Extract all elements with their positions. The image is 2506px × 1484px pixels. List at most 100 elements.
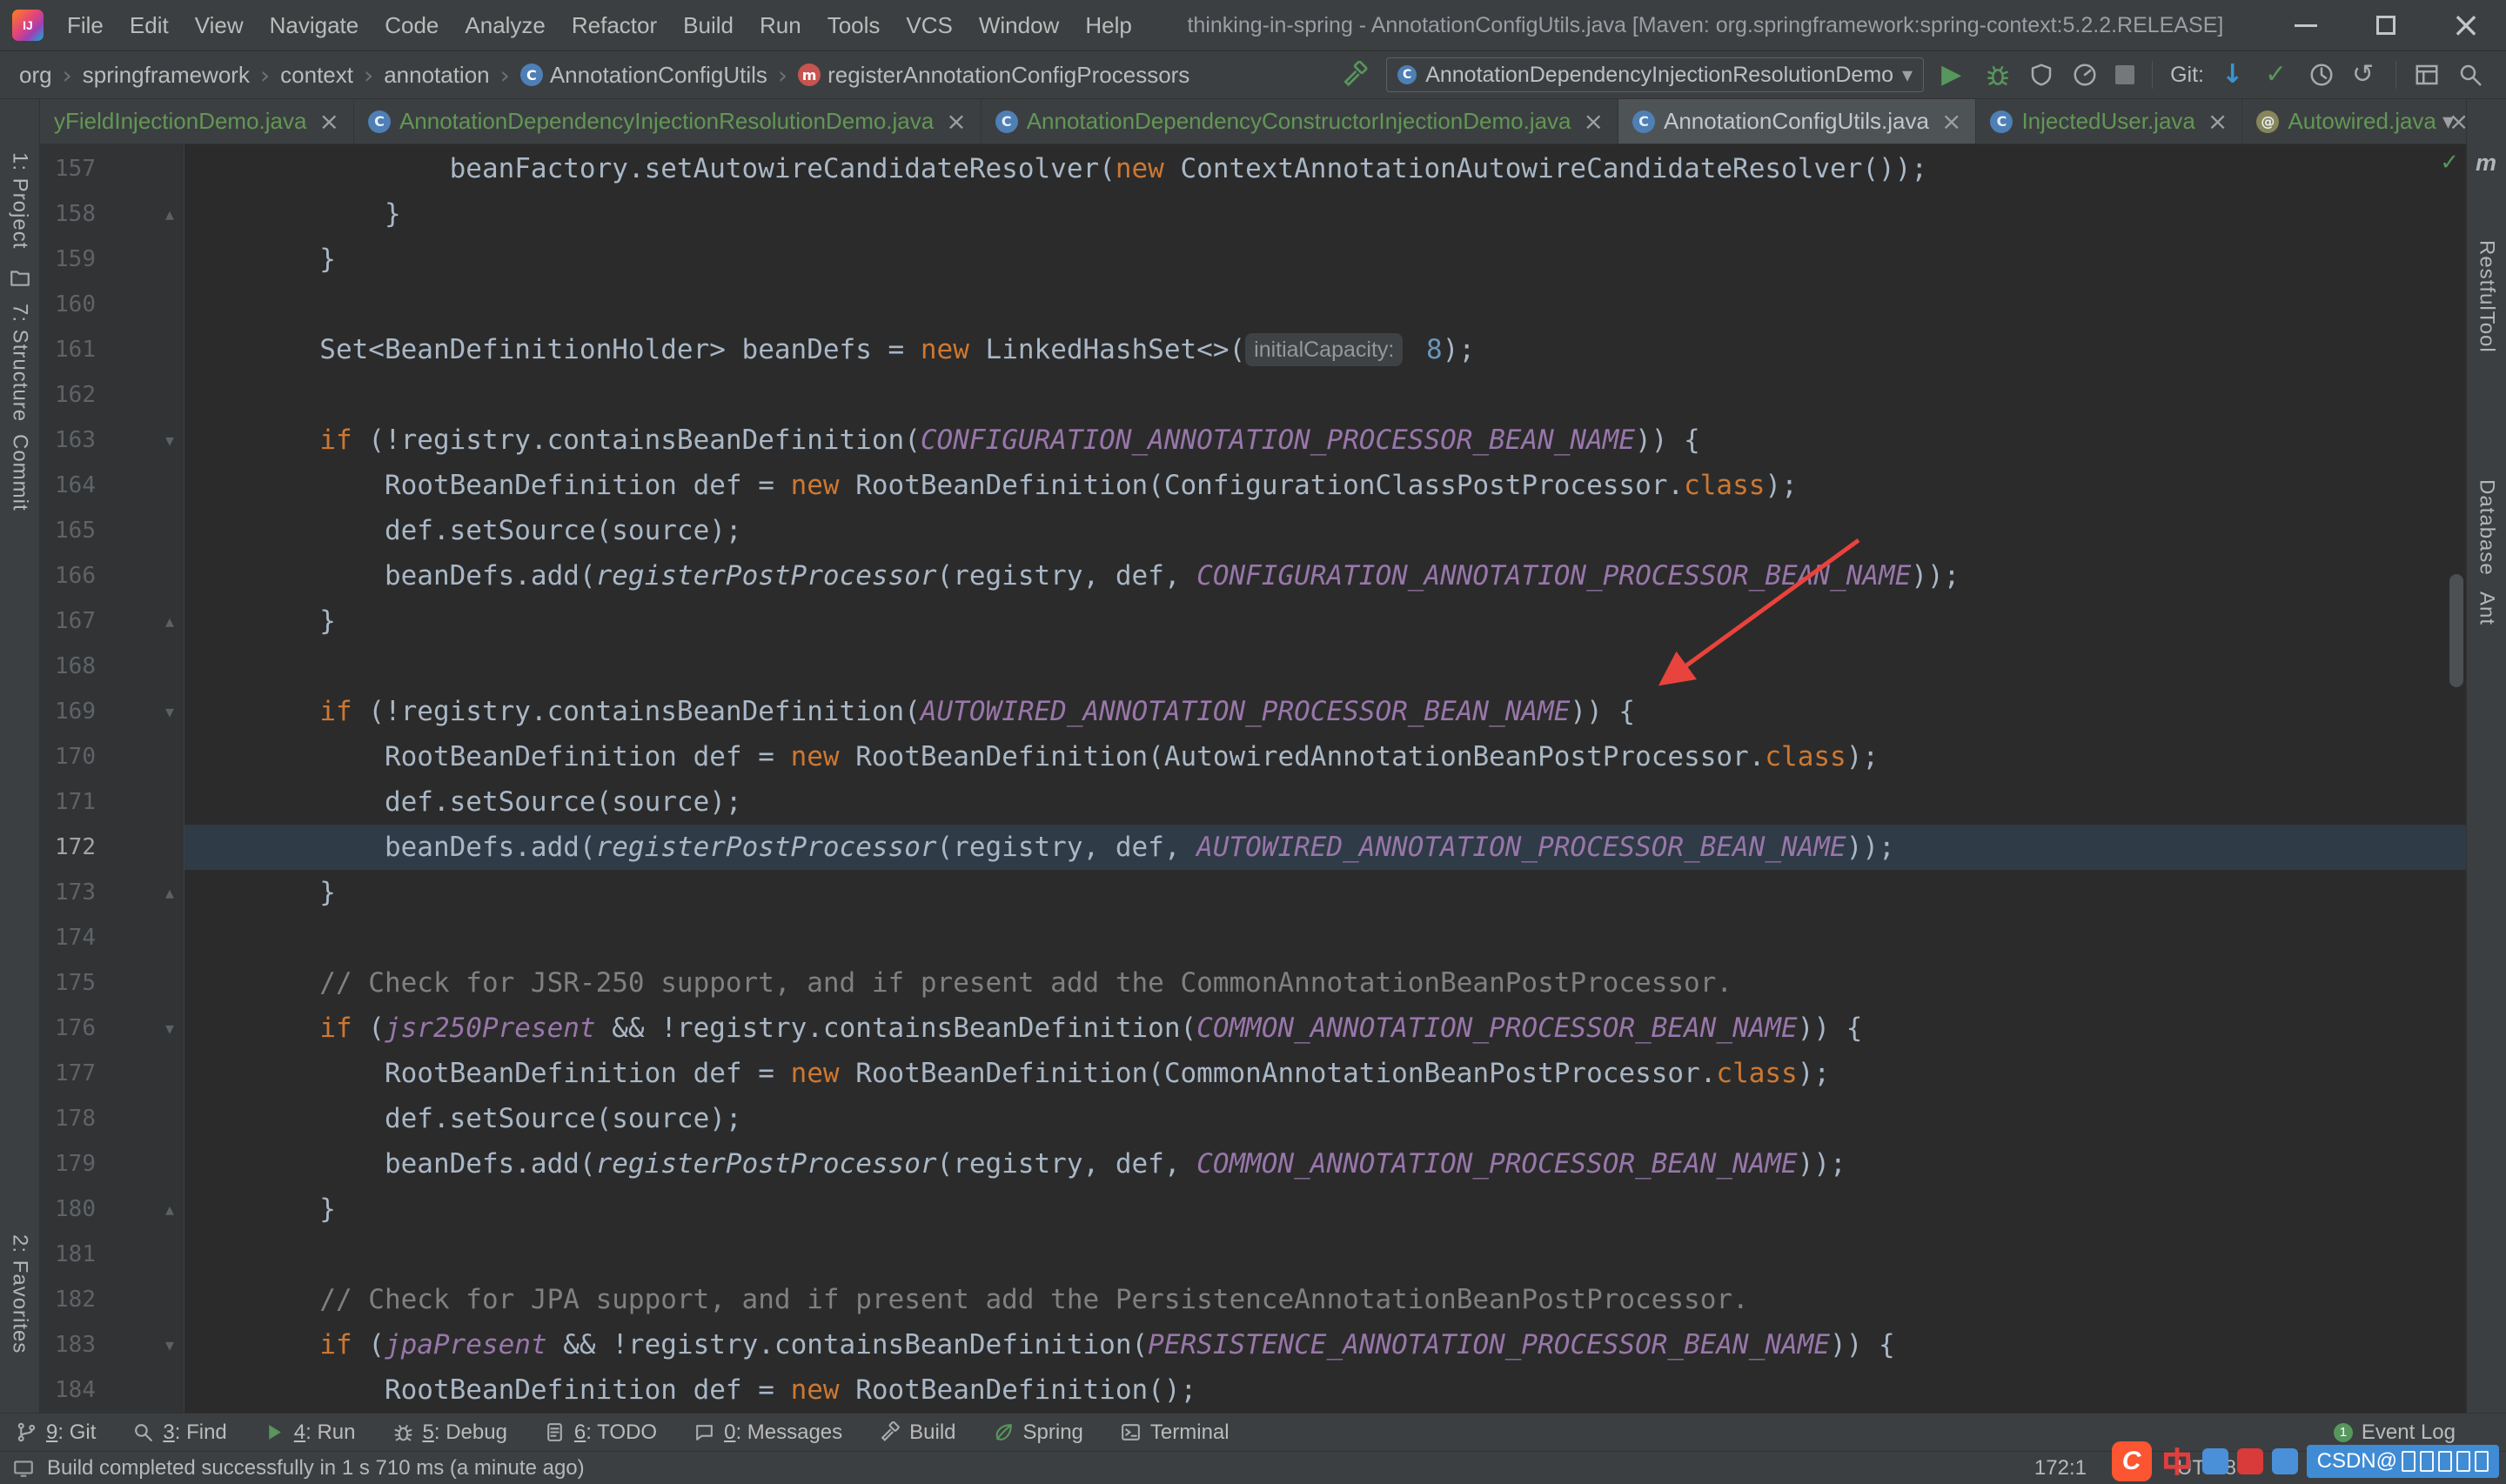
layout-button[interactable] — [2414, 62, 2440, 88]
tool-button-run[interactable]: 4: Run — [264, 1420, 356, 1445]
breadcrumb-item-registerAnnotationConfigProcessors[interactable]: mregisterAnnotationConfigProcessors — [793, 60, 1195, 90]
breadcrumb-item-context[interactable]: context — [275, 60, 358, 90]
line-number[interactable]: 173 — [40, 870, 96, 915]
code-editor[interactable]: 157 beanFactory.setAutowireCandidateReso… — [40, 144, 2466, 1413]
database-tool-button[interactable]: Database — [2475, 479, 2499, 576]
line-number[interactable]: 176 — [40, 1006, 96, 1051]
menu-run[interactable]: Run — [747, 0, 814, 50]
menu-build[interactable]: Build — [670, 0, 747, 50]
favorites-tool-button[interactable]: 2: Favorites — [8, 1234, 32, 1354]
close-tab-icon[interactable]: × — [1941, 107, 1961, 136]
code-text[interactable]: def.setSource(source); — [184, 1096, 2466, 1141]
code-text[interactable]: beanFactory.setAutowireCandidateResolver… — [184, 146, 2466, 191]
editor-scrollbar[interactable] — [2449, 574, 2463, 687]
tool-button-terminal[interactable]: Terminal — [1120, 1420, 1230, 1445]
line-number[interactable]: 161 — [40, 327, 96, 372]
menu-refactor[interactable]: Refactor — [559, 0, 670, 50]
line-number[interactable]: 167 — [40, 598, 96, 644]
fold-marker-icon[interactable]: ▾ — [96, 1322, 184, 1367]
close-tab-icon[interactable]: × — [1584, 107, 1604, 136]
code-text[interactable]: } — [184, 598, 2466, 644]
code-text[interactable]: def.setSource(source); — [184, 508, 2466, 553]
fold-marker-icon[interactable]: ▴ — [96, 598, 184, 644]
menu-vcs[interactable]: VCS — [893, 0, 965, 50]
menu-code[interactable]: Code — [372, 0, 452, 50]
debug-button[interactable] — [1985, 62, 2011, 88]
fold-marker-icon[interactable]: ▾ — [96, 1006, 184, 1051]
commit-tool-button[interactable]: Commit — [8, 434, 32, 511]
close-tab-icon[interactable]: × — [2208, 107, 2228, 136]
fold-marker-icon[interactable]: ▾ — [96, 689, 184, 734]
tool-button-debug[interactable]: 5: Debug — [392, 1420, 507, 1445]
code-text[interactable]: if (jsr250Present && !registry.containsB… — [184, 1006, 2466, 1051]
code-text[interactable]: def.setSource(source); — [184, 779, 2466, 825]
tab-AnnotationDependencyConstructorInjectionDemo.java[interactable]: CAnnotationDependencyConstructorInjectio… — [982, 99, 1618, 144]
code-text[interactable]: } — [184, 191, 2466, 237]
code-text[interactable]: Set<BeanDefinitionHolder> beanDefs = new… — [184, 327, 2466, 372]
restfultool-tool-button[interactable]: RestfulTool — [2475, 240, 2499, 353]
code-text[interactable]: } — [184, 1187, 2466, 1232]
code-text[interactable] — [184, 644, 2466, 689]
project-tool-button[interactable]: 1: Project — [8, 152, 32, 249]
line-number[interactable]: 162 — [40, 372, 96, 418]
tab-AnnotationDependencyInjectionResolutionDemo.java[interactable]: CAnnotationDependencyInjectionResolution… — [354, 99, 982, 144]
search-everywhere-icon[interactable] — [2457, 62, 2483, 88]
maximize-button[interactable] — [2346, 0, 2426, 50]
ant-tool-button[interactable]: Ant — [2475, 592, 2499, 625]
code-text[interactable] — [184, 1232, 2466, 1277]
close-button[interactable]: × — [2426, 0, 2506, 50]
code-text[interactable]: // Check for JPA support, and if present… — [184, 1277, 2466, 1322]
menu-view[interactable]: View — [182, 0, 257, 50]
line-number[interactable]: 182 — [40, 1277, 96, 1322]
code-text[interactable]: if (!registry.containsBeanDefinition(AUT… — [184, 689, 2466, 734]
code-text[interactable]: if (jpaPresent && !registry.containsBean… — [184, 1322, 2466, 1367]
close-tab-icon[interactable]: × — [946, 107, 966, 136]
menu-help[interactable]: Help — [1072, 0, 1144, 50]
fold-marker-icon[interactable]: ▴ — [96, 1187, 184, 1232]
line-number[interactable]: 180 — [40, 1187, 96, 1232]
fold-marker-icon[interactable]: ▴ — [96, 870, 184, 915]
stop-button[interactable] — [2115, 65, 2134, 84]
line-number[interactable]: 170 — [40, 734, 96, 779]
git-rollback-button[interactable]: ↺ — [2352, 62, 2378, 88]
code-text[interactable]: RootBeanDefinition def = new RootBeanDef… — [184, 1051, 2466, 1096]
breadcrumb-item-springframework[interactable]: springframework — [77, 60, 255, 90]
line-number[interactable]: 171 — [40, 779, 96, 825]
tab-InjectedUser.java[interactable]: CInjectedUser.java× — [1976, 99, 2242, 144]
git-commit-button[interactable]: ✓ — [2265, 62, 2291, 88]
minimize-button[interactable] — [2266, 0, 2346, 50]
coverage-button[interactable] — [2028, 62, 2054, 88]
code-text[interactable]: beanDefs.add(registerPostProcessor(regis… — [184, 1141, 2466, 1187]
line-number[interactable]: 178 — [40, 1096, 96, 1141]
tab-AnnotationConfigUtils.java[interactable]: CAnnotationConfigUtils.java× — [1618, 99, 1976, 144]
line-number[interactable]: 172 — [40, 825, 96, 870]
close-tab-icon[interactable]: × — [318, 107, 338, 136]
breadcrumb-item-annotation[interactable]: annotation — [379, 60, 494, 90]
code-text[interactable]: RootBeanDefinition def = new RootBeanDef… — [184, 1367, 2466, 1413]
code-text[interactable] — [184, 282, 2466, 327]
tab-yFieldInjectionDemo.java[interactable]: yFieldInjectionDemo.java× — [40, 99, 354, 144]
code-text[interactable]: RootBeanDefinition def = new RootBeanDef… — [184, 734, 2466, 779]
menu-analyze[interactable]: Analyze — [452, 0, 559, 50]
fold-marker-icon[interactable]: ▴ — [96, 191, 184, 237]
line-number[interactable]: 177 — [40, 1051, 96, 1096]
breadcrumb-item-org[interactable]: org — [14, 60, 57, 90]
code-text[interactable]: if (!registry.containsBeanDefinition(CON… — [184, 418, 2466, 463]
code-text[interactable]: beanDefs.add(registerPostProcessor(regis… — [184, 825, 2466, 870]
inspections-ok-icon[interactable]: ✓ — [2440, 150, 2459, 176]
code-text[interactable]: } — [184, 870, 2466, 915]
profiler-button[interactable] — [2072, 62, 2098, 88]
line-number[interactable]: 169 — [40, 689, 96, 734]
menu-window[interactable]: Window — [966, 0, 1072, 50]
code-text[interactable] — [184, 372, 2466, 418]
line-number[interactable]: 165 — [40, 508, 96, 553]
code-text[interactable] — [184, 915, 2466, 960]
line-number[interactable]: 174 — [40, 915, 96, 960]
tool-button-git[interactable]: 9: Git — [16, 1420, 96, 1445]
git-history-button[interactable] — [2308, 62, 2335, 88]
line-number[interactable]: 163 — [40, 418, 96, 463]
maven-tool-button[interactable]: m — [2476, 150, 2497, 177]
structure-tool-button[interactable]: 7: Structure — [8, 304, 32, 422]
tab-Autowired.java[interactable]: @Autowired.java× — [2242, 99, 2466, 144]
caret-position[interactable]: 172:1 — [2034, 1456, 2087, 1481]
